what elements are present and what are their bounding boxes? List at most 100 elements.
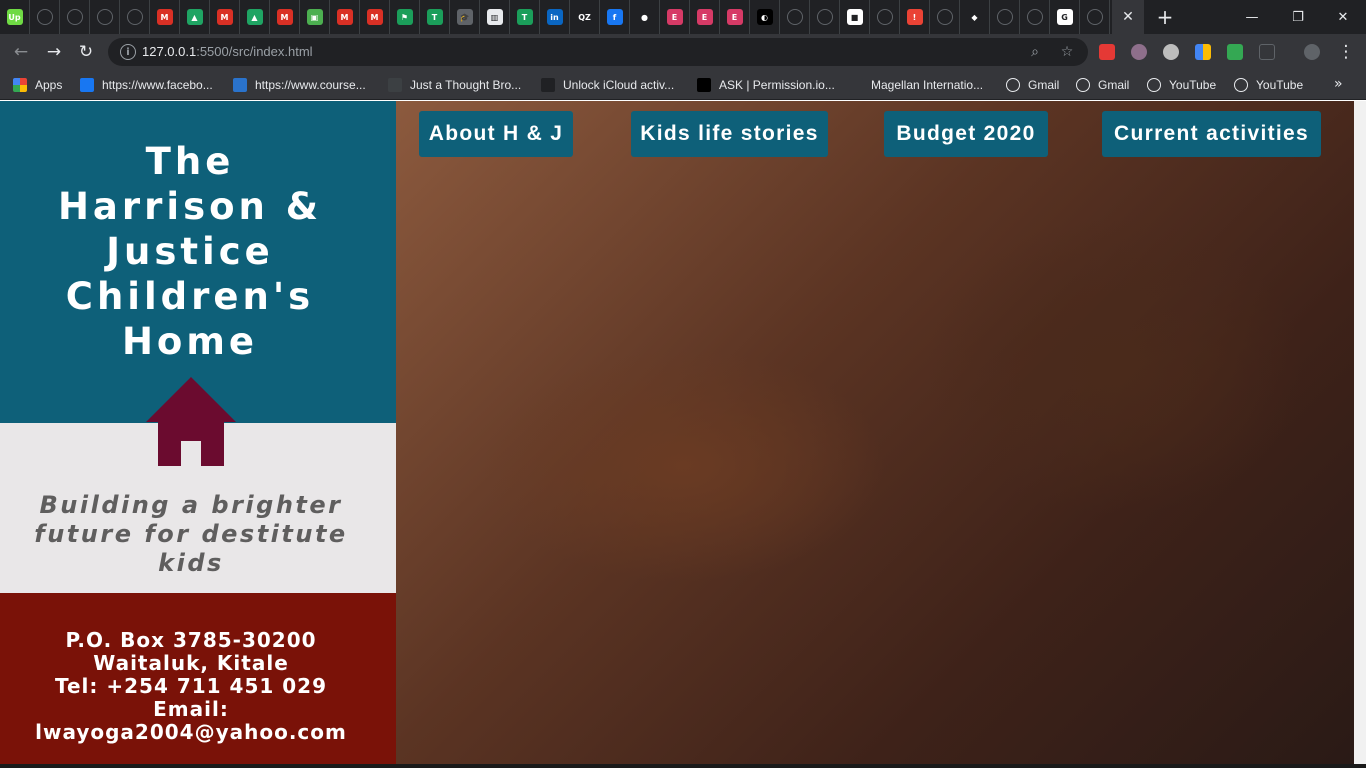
info-icon[interactable]: i (120, 44, 136, 60)
magellan-icon (849, 78, 863, 92)
browser-tab[interactable]: 🎓 (450, 0, 480, 34)
minimize-button[interactable]: — (1229, 0, 1275, 34)
browser-tab[interactable] (30, 0, 60, 34)
google-drive-icon: ▲ (246, 9, 263, 25)
address-bar[interactable]: i 127.0.0.1:5500/src/index.html ⌕ ☆ (108, 38, 1088, 66)
green-t-icon: T (426, 9, 443, 25)
browser-tab[interactable] (1080, 0, 1110, 34)
browser-tab[interactable]: M (330, 0, 360, 34)
browser-tab[interactable]: ▲ (240, 0, 270, 34)
nav-budget-button[interactable]: Budget 2020 (884, 111, 1048, 157)
profile-avatar[interactable] (1304, 44, 1320, 60)
browser-tab[interactable]: M (360, 0, 390, 34)
menu-kebab-icon[interactable]: ⋮ (1334, 40, 1358, 64)
browser-tab[interactable]: T (510, 0, 540, 34)
globe-icon (1234, 78, 1248, 92)
bookmark-item[interactable]: YouTube (1147, 76, 1216, 94)
browser-tab[interactable] (990, 0, 1020, 34)
browser-tab[interactable] (1020, 0, 1050, 34)
forward-button[interactable]: → (42, 40, 66, 64)
browser-tab[interactable] (120, 0, 150, 34)
browser-tab[interactable] (780, 0, 810, 34)
bookmark-item[interactable]: Gmail (1076, 76, 1129, 94)
browser-tab[interactable]: ! (900, 0, 930, 34)
browser-tab[interactable]: G (1050, 0, 1080, 34)
elementor-icon: E (666, 9, 683, 25)
page-scrollbar[interactable] (1354, 101, 1366, 764)
square-icon: ■ (846, 9, 863, 25)
globe-icon (96, 9, 113, 25)
close-window-button[interactable]: ✕ (1320, 0, 1366, 34)
browser-tab[interactable]: ◆ (960, 0, 990, 34)
browser-tab[interactable]: M (210, 0, 240, 34)
nav-current-activities-button[interactable]: Current activities (1102, 111, 1321, 157)
upwork-icon: Up (6, 9, 23, 25)
globe-icon (126, 9, 143, 25)
close-tab-icon[interactable]: ✕ (1122, 9, 1134, 25)
active-tab[interactable]: ✕ (1112, 0, 1144, 34)
browser-tab[interactable]: in (540, 0, 570, 34)
globe-icon (1006, 78, 1020, 92)
coursera-icon (233, 78, 247, 92)
bookmark-item[interactable]: https://www.facebo... (80, 76, 213, 94)
browser-tab[interactable]: T (420, 0, 450, 34)
back-button[interactable]: ← (9, 40, 33, 64)
bookmark-item[interactable]: Apps (13, 76, 62, 94)
extension-icon[interactable] (1131, 44, 1147, 60)
browser-tab[interactable] (810, 0, 840, 34)
bookmark-star-icon[interactable]: ☆ (1058, 43, 1076, 61)
bookmark-item[interactable]: Just a Thought Bro... (388, 76, 521, 94)
bookmark-item[interactable]: Unlock iCloud activ... (541, 76, 674, 94)
browser-tab[interactable]: E (720, 0, 750, 34)
restore-button[interactable]: ❐ (1275, 0, 1321, 34)
bookmark-item[interactable]: Gmail (1006, 76, 1059, 94)
tab-strip: Up M ▲ M ▲ M ▣ M M ⚑ T 🎓 ▥ Tin QZ f ● E E E ◐ ■! ◆ G (0, 0, 1110, 34)
globe-icon (816, 9, 833, 25)
site-title: The Harrison & Justice Children's Home (57, 140, 323, 363)
nav-kids-stories-button[interactable]: Kids life stories (631, 111, 828, 157)
zoom-icon[interactable]: ⌕ (1026, 43, 1044, 61)
browser-tab[interactable]: f (600, 0, 630, 34)
browser-tab[interactable]: ● (630, 0, 660, 34)
browser-tab[interactable] (90, 0, 120, 34)
browser-tab[interactable]: Up (0, 0, 30, 34)
globe-icon (936, 9, 953, 25)
contact-info: P.O. Box 3785-30200 Waitaluk, Kitale Tel… (35, 628, 347, 744)
bookmark-label: https://www.course... (255, 78, 366, 92)
browser-tab[interactable]: ■ (840, 0, 870, 34)
url-text[interactable]: 127.0.0.1:5500/src/index.html (142, 44, 313, 59)
bookmark-item[interactable]: ASK | Permission.io... (697, 76, 835, 94)
reload-button[interactable]: ↻ (74, 40, 98, 64)
bookmark-item[interactable]: YouTube (1234, 76, 1303, 94)
sidebar-title-panel: The Harrison & Justice Children's Home (0, 101, 396, 423)
browser-tab[interactable] (930, 0, 960, 34)
browser-tab[interactable]: M (270, 0, 300, 34)
new-tab-button[interactable]: + (1152, 0, 1178, 34)
github-icon: ● (636, 9, 653, 25)
globe-icon (1026, 9, 1043, 25)
extension-icon[interactable] (1195, 44, 1211, 60)
bookmark-item[interactable]: Magellan Internatio... (849, 76, 983, 94)
browser-tab[interactable]: ⚑ (390, 0, 420, 34)
globe-icon (996, 9, 1013, 25)
browser-tab[interactable]: ◐ (750, 0, 780, 34)
browser-tab[interactable]: ▲ (180, 0, 210, 34)
nav-about-button[interactable]: About H & J (419, 111, 573, 157)
browser-tab[interactable] (60, 0, 90, 34)
bookmark-item[interactable]: https://www.course... (233, 76, 366, 94)
sheets-extension-icon[interactable] (1227, 44, 1243, 60)
browser-toolbar: ← → ↻ i 127.0.0.1:5500/src/index.html ⌕ … (0, 34, 1366, 70)
browser-tab[interactable]: ▥ (480, 0, 510, 34)
browser-tab[interactable]: QZ (570, 0, 600, 34)
extension-icon[interactable] (1259, 44, 1275, 60)
bookmark-label: Gmail (1028, 78, 1060, 92)
extension-icon[interactable] (1163, 44, 1179, 60)
browser-tab[interactable]: E (660, 0, 690, 34)
browser-tab[interactable]: M (150, 0, 180, 34)
extension-icon[interactable] (1099, 44, 1115, 60)
bookmark-label: Just a Thought Bro... (410, 78, 522, 92)
browser-tab[interactable] (870, 0, 900, 34)
browser-tab[interactable]: E (690, 0, 720, 34)
browser-tab[interactable]: ▣ (300, 0, 330, 34)
bookmarks-overflow-button[interactable]: » (1334, 76, 1343, 92)
